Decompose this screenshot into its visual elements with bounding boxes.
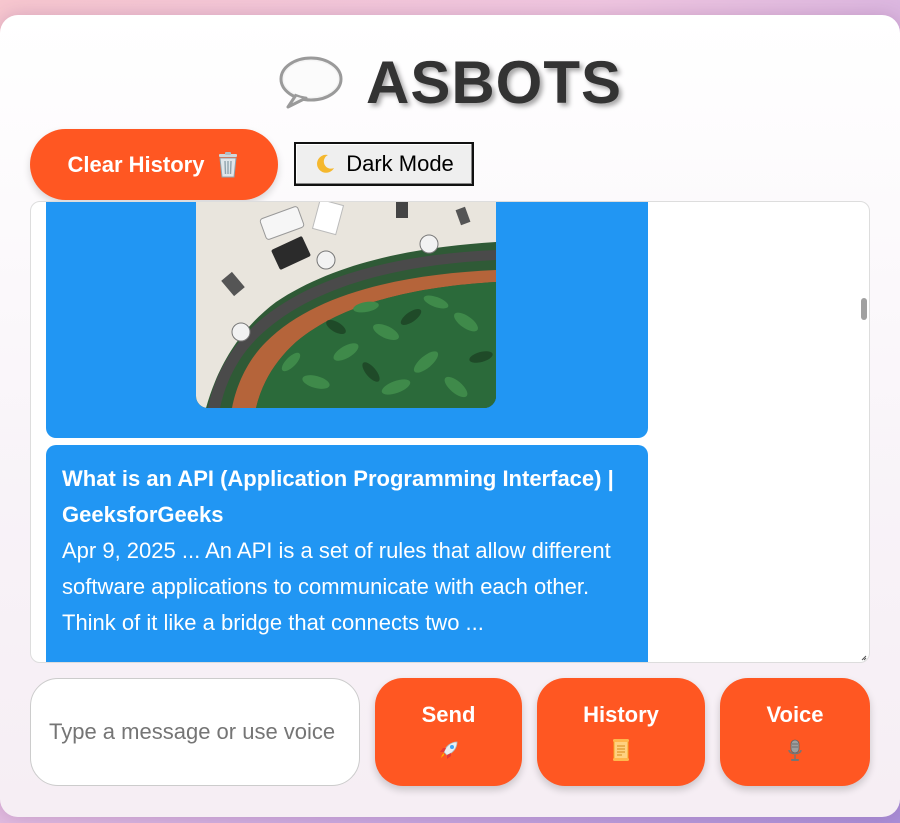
rocket-icon bbox=[439, 741, 457, 759]
trash-icon bbox=[219, 151, 238, 177]
chat-app-card: ASBOTS Clear History Dark Mode What is a… bbox=[0, 15, 900, 817]
dark-mode-label: Dark Mode bbox=[346, 151, 454, 176]
send-button[interactable]: Send bbox=[375, 678, 522, 786]
result-title[interactable]: What is an API (Application Programming … bbox=[62, 461, 632, 533]
clear-history-label: Clear History bbox=[67, 151, 205, 177]
history-label: History bbox=[583, 702, 659, 727]
app-header: ASBOTS bbox=[0, 47, 900, 117]
result-snippet: Apr 9, 2025 ... An API is a set of rules… bbox=[62, 538, 611, 635]
message-input[interactable] bbox=[30, 678, 360, 786]
image-message-bubble bbox=[46, 202, 648, 438]
resize-grip-icon[interactable] bbox=[861, 655, 867, 661]
app-title: ASBOTS bbox=[365, 48, 623, 116]
office-photo[interactable] bbox=[196, 202, 496, 408]
voice-label: Voice bbox=[766, 702, 824, 727]
clear-history-button[interactable]: Clear History bbox=[30, 129, 278, 200]
history-button[interactable]: History bbox=[537, 678, 705, 786]
chat-scrollbar-thumb[interactable] bbox=[861, 298, 867, 320]
moon-icon bbox=[317, 154, 335, 173]
search-result-message: What is an API (Application Programming … bbox=[46, 445, 648, 662]
speech-bubble-icon bbox=[279, 56, 343, 109]
chat-messages-panel[interactable]: What is an API (Application Programming … bbox=[30, 201, 870, 663]
send-label: Send bbox=[421, 702, 476, 727]
voice-button[interactable]: Voice bbox=[720, 678, 870, 786]
dark-mode-toggle[interactable]: Dark Mode bbox=[294, 142, 474, 186]
scroll-icon bbox=[613, 739, 629, 761]
microphone-icon bbox=[788, 739, 802, 761]
